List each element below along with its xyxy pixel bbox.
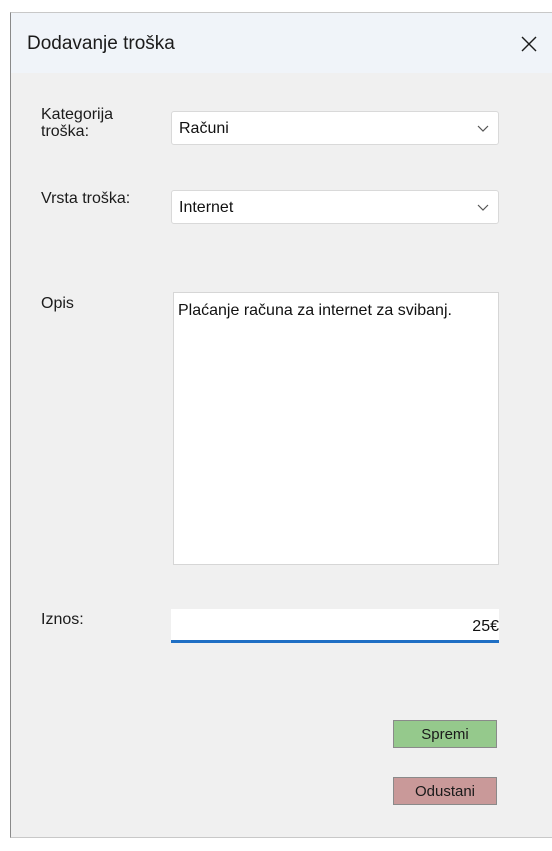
category-selected-value: Računi [179,120,229,137]
category-label-line2: troška: [41,123,90,140]
close-button[interactable] [506,23,552,69]
save-button[interactable]: Spremi [393,720,497,748]
cancel-button[interactable]: Odustani [393,777,497,805]
dialog-window: Dodavanje troška Kategorija troška: Raču… [10,12,552,838]
amount-label: Iznos: [41,611,84,628]
type-selected-value: Internet [179,199,234,216]
form-body: Kategorija troška: Računi Vrsta troška: … [11,73,552,837]
type-dropdown[interactable]: Internet [171,190,499,224]
type-label: Vrsta troška: [41,190,131,207]
title-bar: Dodavanje troška [11,13,552,73]
category-label: Kategorija troška: [41,106,113,140]
amount-input[interactable]: 25€ [171,609,499,643]
amount-value: 25€ [472,618,499,635]
description-label: Opis [41,295,74,312]
close-icon [520,35,538,58]
chevron-down-icon [476,201,490,215]
category-dropdown[interactable]: Računi [171,111,499,145]
chevron-down-icon [476,122,490,136]
category-label-line1: Kategorija [41,106,114,123]
window-title: Dodavanje troška [27,33,175,54]
description-textarea[interactable]: Plaćanje računa za internet za svibanj. [173,292,499,565]
